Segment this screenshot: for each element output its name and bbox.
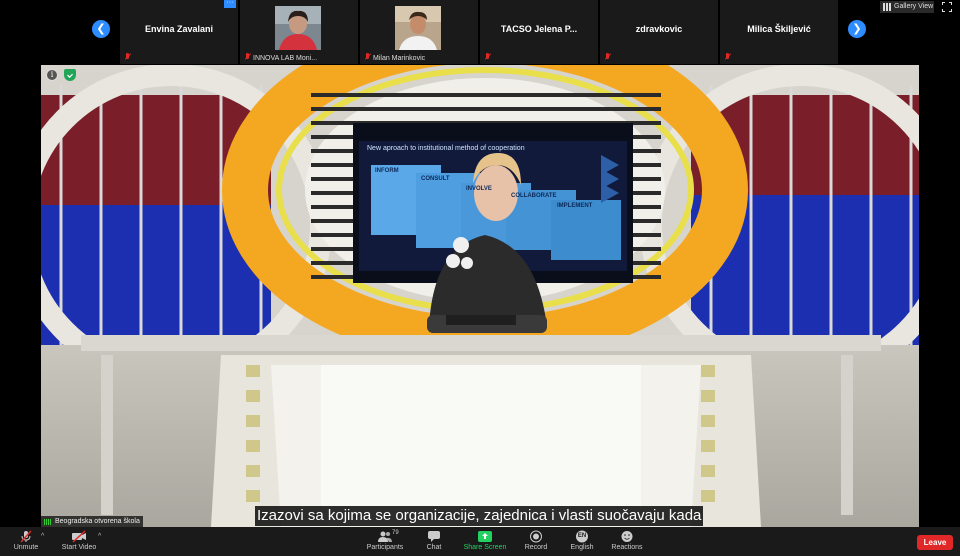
studio-scene — [41, 65, 919, 527]
grid-icon — [883, 3, 891, 11]
participant-tile[interactable]: TACSO Jelena P... — [480, 0, 598, 64]
leave-meeting-button[interactable]: Leave — [917, 535, 953, 550]
closed-caption: Izazovi sa kojima se organizacije, zajed… — [255, 506, 704, 526]
participant-name: zdravkovic — [635, 24, 683, 34]
video-off-icon — [71, 530, 87, 543]
participant-video-thumbnail — [395, 6, 441, 50]
speaker-video: New aproach to institutional method of c… — [41, 65, 919, 527]
muted-mic-icon — [484, 53, 491, 61]
record-icon — [528, 530, 544, 543]
share-screen-icon — [477, 530, 493, 543]
participants-icon — [377, 530, 393, 543]
start-video-label: Start Video — [61, 544, 97, 551]
meeting-toolbar: Unmute ^ Start Video ^ Participants 79 C… — [0, 527, 960, 556]
participant-tile[interactable]: Envina Zavalani — [120, 0, 238, 64]
participant-name: Envina Zavalani — [144, 24, 214, 34]
muted-mic-icon — [604, 53, 611, 61]
smiley-reaction-icon — [619, 530, 635, 543]
language-code: EN — [577, 533, 587, 539]
participants-count: 79 — [392, 530, 399, 536]
encryption-shield-icon[interactable] — [64, 69, 76, 81]
unmute-label: Unmute — [13, 544, 39, 551]
audio-options-caret-icon[interactable]: ^ — [41, 533, 44, 540]
share-screen-label: Share Screen — [463, 544, 507, 551]
muted-mic-icon — [124, 53, 131, 61]
share-screen-button[interactable]: Share Screen — [460, 530, 510, 556]
signal-bars-icon — [44, 519, 52, 525]
chat-button[interactable]: Chat — [409, 530, 459, 556]
start-video-button[interactable]: Start Video — [54, 530, 104, 556]
globe-language-icon: EN — [574, 530, 590, 543]
fullscreen-icon[interactable] — [942, 2, 952, 12]
muted-mic-icon — [364, 53, 371, 61]
participant-tile[interactable]: Milica Škiljević — [720, 0, 838, 64]
participant-name: Milan Marinkovic — [373, 55, 426, 62]
video-options-caret-icon[interactable]: ^ — [98, 533, 101, 540]
record-button[interactable]: Record — [511, 530, 561, 556]
gallery-view-label: Gallery View — [894, 3, 934, 10]
participants-button[interactable]: Participants — [360, 530, 410, 556]
slide-title: New aproach to institutional method of c… — [367, 145, 525, 152]
participant-name: TACSO Jelena P... — [500, 24, 578, 34]
muted-mic-icon — [724, 53, 731, 61]
reactions-label: Reactions — [611, 544, 643, 551]
participant-tile[interactable]: INNOVA LAB Moni... — [240, 0, 358, 64]
slide-step: CONSULT — [421, 176, 450, 182]
participants-label: Participants — [366, 544, 404, 551]
slide-step: COLLABORATE — [511, 193, 557, 199]
meeting-info-icon[interactable]: i — [46, 69, 58, 81]
slide-step: INFORM — [375, 168, 399, 174]
more-options-button[interactable]: ··· — [224, 0, 236, 8]
record-label: Record — [524, 544, 548, 551]
participant-name: Milica Škiljević — [747, 24, 811, 34]
language-interpretation-button[interactable]: EN English — [557, 530, 607, 556]
muted-mic-icon — [244, 53, 251, 61]
chat-label: Chat — [426, 544, 442, 551]
next-page-button[interactable]: ❯ — [848, 20, 866, 38]
participant-name: INNOVA LAB Moni... — [253, 55, 318, 62]
chat-bubble-icon — [426, 530, 442, 543]
participant-video-thumbnail — [275, 6, 321, 50]
participant-tile[interactable]: Milan Marinkovic — [360, 0, 478, 64]
participant-strip: ❮ Envina Zavalani INNOVA LAB Moni... ··· — [0, 0, 960, 64]
previous-page-button[interactable]: ❮ — [92, 20, 110, 38]
participant-tile[interactable]: zdravkovic — [600, 0, 718, 64]
reactions-button[interactable]: Reactions — [602, 530, 652, 556]
language-label: English — [570, 544, 594, 551]
slide-step: IMPLEMENT — [557, 203, 593, 209]
slide-step: INVOLVE — [466, 186, 492, 192]
muted-microphone-icon — [18, 530, 34, 543]
speaker-name-label: Beogradska otvorena škola — [41, 516, 143, 527]
gallery-view-button[interactable]: Gallery View — [880, 1, 934, 13]
